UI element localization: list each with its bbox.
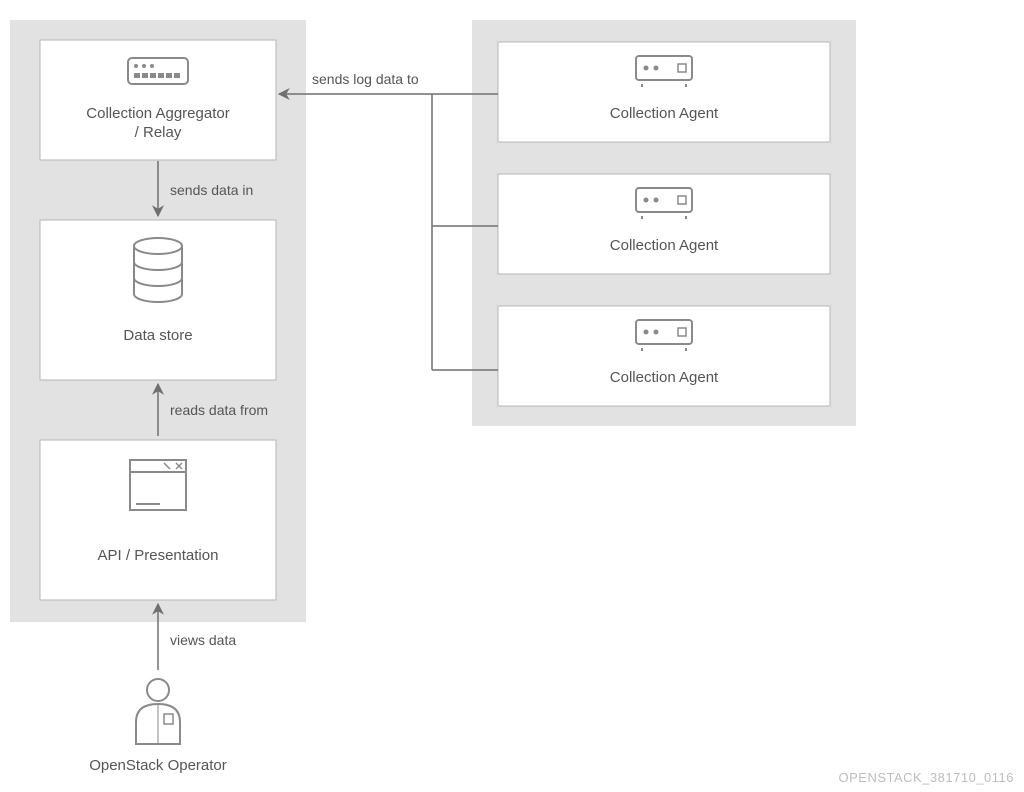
agent-label-2: Collection Agent <box>610 237 719 254</box>
aggregator-label-line2: / Relay <box>135 124 182 141</box>
agent-label-3: Collection Agent <box>610 369 719 386</box>
diagram-canvas: Collection Aggregator / Relay sends data… <box>0 0 1024 792</box>
datastore-label: Data store <box>123 327 192 344</box>
agent-box-3: Collection Agent <box>498 306 830 406</box>
edge-label-aggregator-to-store: sends data in <box>170 182 253 198</box>
edge-label-operator-to-api: views data <box>170 632 236 648</box>
footer-reference: OPENSTACK_381710_0116 <box>838 770 1014 785</box>
agent-box-2: Collection Agent <box>498 174 830 274</box>
operator-label: OpenStack Operator <box>89 757 227 774</box>
edge-label-agents-to-aggregator: sends log data to <box>312 71 419 87</box>
operator-actor <box>136 679 180 744</box>
api-label: API / Presentation <box>98 547 219 564</box>
aggregator-box: Collection Aggregator / Relay <box>40 40 276 160</box>
api-box: API / Presentation <box>40 440 276 600</box>
agent-box-1: Collection Agent <box>498 42 830 142</box>
aggregator-label-line1: Collection Aggregator <box>86 105 229 122</box>
datastore-box: Data store <box>40 220 276 380</box>
agent-label-1: Collection Agent <box>610 105 719 122</box>
edge-label-api-to-store: reads data from <box>170 402 268 418</box>
